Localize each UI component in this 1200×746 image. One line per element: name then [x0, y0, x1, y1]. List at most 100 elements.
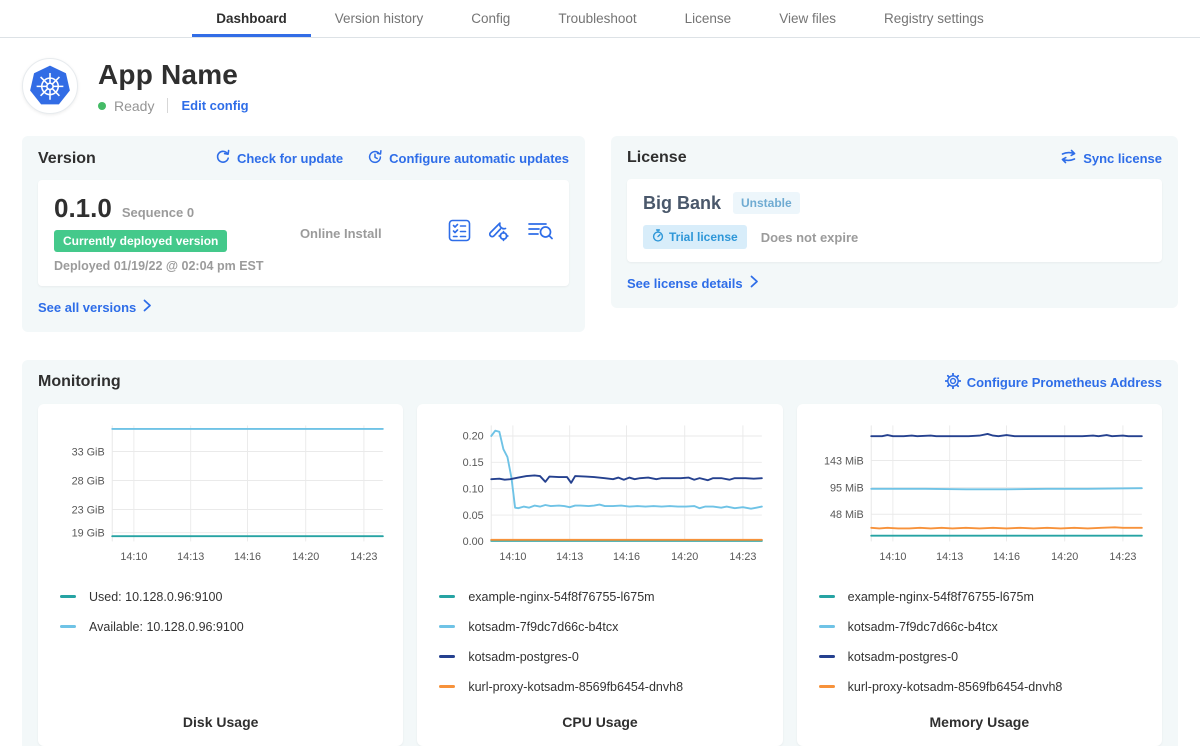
status-dot — [98, 102, 106, 110]
svg-text:14:13: 14:13 — [177, 551, 204, 563]
disk-usage-legend: Used: 10.128.0.96:9100 Available: 10.128… — [60, 590, 391, 634]
sequence-label: Sequence 0 — [122, 205, 194, 220]
svg-text:14:10: 14:10 — [879, 551, 906, 563]
legend-swatch — [819, 625, 835, 628]
svg-text:14:13: 14:13 — [936, 551, 963, 563]
svg-text:28 GiB: 28 GiB — [72, 475, 105, 487]
legend-swatch — [60, 625, 76, 628]
svg-text:48 MiB: 48 MiB — [830, 509, 864, 521]
monitoring-title: Monitoring — [38, 373, 121, 391]
view-logs-icon[interactable] — [527, 219, 553, 247]
legend-swatch — [819, 595, 835, 598]
legend-swatch — [60, 595, 76, 598]
cpu-usage-chart: 14:10 14:13 14:16 14:20 14:23 0.20 0.15 0.10 0.0… — [429, 416, 770, 578]
license-type-badge: Trial license — [643, 225, 747, 249]
svg-text:14:23: 14:23 — [350, 551, 377, 563]
configure-prometheus-button[interactable]: Configure Prometheus Address — [945, 373, 1162, 392]
legend-item: Available: 10.128.0.96:9100 — [60, 620, 391, 634]
legend-swatch — [439, 595, 455, 598]
swap-arrows-icon — [1060, 149, 1077, 167]
disk-usage-title: Disk Usage — [50, 700, 391, 730]
configure-automatic-updates-button[interactable]: Configure automatic updates — [367, 149, 569, 168]
legend-item: kotsadm-postgres-0 — [819, 650, 1150, 664]
svg-text:14:20: 14:20 — [671, 551, 698, 563]
license-card: License Sync license Big Bank Unstable — [611, 136, 1178, 308]
legend-swatch — [439, 625, 455, 628]
cpu-usage-card: 14:10 14:13 14:16 14:20 14:23 0.20 0.15 0.10 0.0… — [417, 404, 782, 746]
clock-refresh-icon — [367, 149, 383, 168]
cpu-usage-title: CPU Usage — [429, 700, 770, 730]
svg-text:14:23: 14:23 — [730, 551, 757, 563]
svg-text:0.10: 0.10 — [463, 483, 484, 495]
version-card: Version Check for update — [22, 136, 585, 332]
svg-text:14:16: 14:16 — [234, 551, 261, 563]
svg-text:95 MiB: 95 MiB — [830, 482, 864, 494]
tab-version-history[interactable]: Version history — [311, 0, 448, 37]
nav-tabs: Dashboard Version history Config Trouble… — [192, 0, 1008, 37]
disk-usage-card: 14:1014:1314:1614:2014:2333 GiB28 GiB23 … — [38, 404, 403, 746]
disk-usage-chart: 14:1014:1314:1614:2014:2333 GiB28 GiB23 … — [50, 416, 391, 578]
memory-usage-title: Memory Usage — [809, 700, 1150, 730]
svg-text:14:20: 14:20 — [1051, 551, 1078, 563]
svg-text:143 MiB: 143 MiB — [824, 455, 864, 467]
divider — [167, 98, 168, 113]
tab-registry-settings[interactable]: Registry settings — [860, 0, 1008, 37]
legend-item: kotsadm-7f9dc7d66c-b4tcx — [819, 620, 1150, 634]
svg-text:0.00: 0.00 — [463, 536, 484, 548]
check-for-update-button[interactable]: Check for update — [215, 149, 343, 168]
svg-text:14:10: 14:10 — [500, 551, 527, 563]
svg-text:14:16: 14:16 — [993, 551, 1020, 563]
memory-usage-chart: 14:10 14:13 14:16 14:20 14:23 143 MiB 95 MiB 48… — [809, 416, 1150, 578]
legend-item: kotsadm-7f9dc7d66c-b4tcx — [439, 620, 770, 634]
see-license-details-link[interactable]: See license details — [627, 275, 759, 291]
legend-item: example-nginx-54f8f76755-l675m — [439, 590, 770, 604]
svg-text:14:13: 14:13 — [556, 551, 583, 563]
memory-usage-legend: example-nginx-54f8f76755-l675m kotsadm-7… — [819, 590, 1150, 694]
version-card-title: Version — [38, 150, 96, 168]
tab-view-files[interactable]: View files — [755, 0, 860, 37]
app-header: App Name Ready Edit config — [22, 58, 1178, 114]
deployed-timestamp: Deployed 01/19/22 @ 02:04 pm EST — [54, 259, 264, 273]
license-card-title: License — [627, 149, 687, 167]
top-nav: Dashboard Version history Config Trouble… — [0, 0, 1200, 38]
expiry-text: Does not expire — [761, 230, 859, 245]
tab-license[interactable]: License — [661, 0, 756, 37]
svg-text:14:16: 14:16 — [613, 551, 640, 563]
legend-item: kurl-proxy-kotsadm-8569fb6454-dnvh8 — [819, 680, 1150, 694]
memory-usage-card: 14:10 14:13 14:16 14:20 14:23 143 MiB 95 MiB 48… — [797, 404, 1162, 746]
chevron-right-icon — [143, 299, 152, 315]
sync-license-button[interactable]: Sync license — [1060, 149, 1162, 167]
version-number: 0.1.0 — [54, 193, 112, 224]
legend-swatch — [439, 685, 455, 688]
license-panel: Big Bank Unstable Trial license — [627, 179, 1162, 262]
customer-name: Big Bank — [643, 193, 721, 214]
legend-item: kotsadm-postgres-0 — [439, 650, 770, 664]
install-type-label: Online Install — [300, 226, 382, 241]
edit-config-link[interactable]: Edit config — [181, 98, 248, 113]
svg-text:33 GiB: 33 GiB — [72, 446, 105, 458]
monitoring-section: Monitoring Configure Prometheus A — [22, 360, 1178, 746]
svg-text:0.20: 0.20 — [463, 430, 484, 442]
legend-swatch — [819, 685, 835, 688]
legend-swatch — [819, 655, 835, 658]
current-version-panel: 0.1.0 Sequence 0 Currently deployed vers… — [38, 180, 569, 286]
stopwatch-icon — [652, 229, 664, 245]
tab-troubleshoot[interactable]: Troubleshoot — [534, 0, 660, 37]
see-all-versions-link[interactable]: See all versions — [38, 299, 152, 315]
svg-text:14:10: 14:10 — [120, 551, 147, 563]
legend-item: Used: 10.128.0.96:9100 — [60, 590, 391, 604]
tab-dashboard[interactable]: Dashboard — [192, 0, 311, 37]
preflight-checks-icon[interactable] — [448, 219, 471, 247]
svg-text:0.05: 0.05 — [463, 509, 484, 521]
svg-text:0.15: 0.15 — [463, 457, 484, 469]
svg-text:14:23: 14:23 — [1109, 551, 1136, 563]
svg-text:23 GiB: 23 GiB — [72, 504, 105, 516]
legend-item: example-nginx-54f8f76755-l675m — [819, 590, 1150, 604]
chevron-right-icon — [750, 275, 759, 291]
refresh-icon — [215, 149, 231, 168]
cpu-usage-legend: example-nginx-54f8f76755-l675m kotsadm-7… — [439, 590, 770, 694]
legend-swatch — [439, 655, 455, 658]
gear-icon — [945, 373, 961, 392]
edit-config-icon[interactable] — [487, 219, 511, 248]
tab-config[interactable]: Config — [447, 0, 534, 37]
